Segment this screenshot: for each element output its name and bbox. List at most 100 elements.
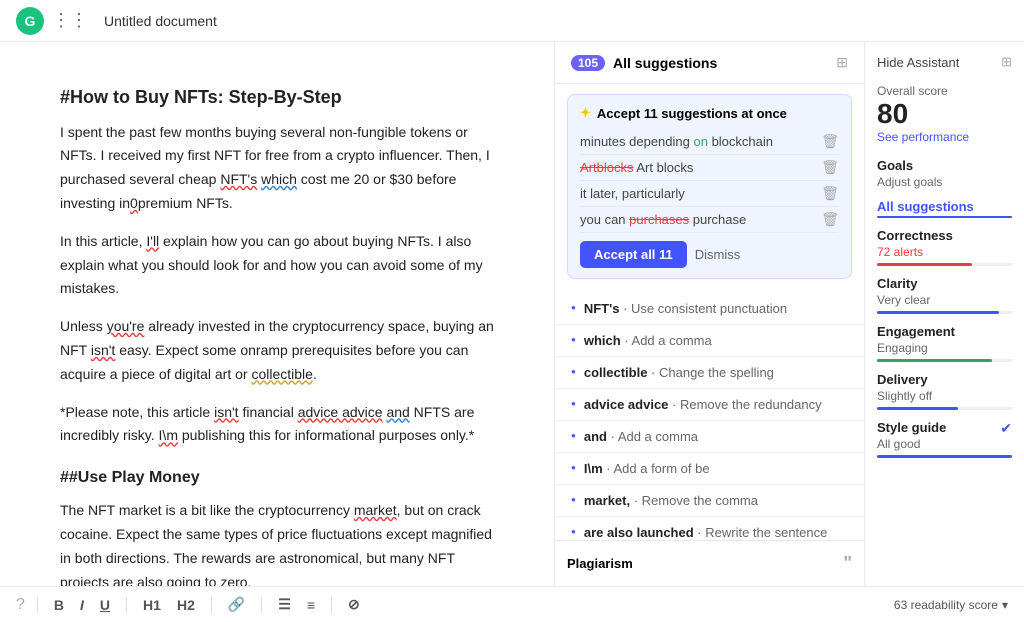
logo[interactable]: G [16,7,44,35]
italic-button[interactable]: I [76,595,88,615]
plagiarism-label: Plagiarism [567,556,633,571]
quote-icon: " [843,553,852,574]
clarity-label: Clarity [877,276,1012,291]
delete-icon[interactable]: 🗑 [821,211,839,228]
suggestions-content: ✦ Accept 11 suggestions at once minutes … [555,84,864,540]
divider [211,597,212,613]
editor-heading-1: #How to Buy NFTs: Step-By-Step [60,82,494,113]
divider [261,597,262,613]
divider [331,597,332,613]
bullet-icon: ● [571,303,576,312]
correctness-sub: 72 alerts [877,245,1012,259]
editor-paragraph-4: *Please note, this article isn't financi… [60,401,494,449]
suggestion-item-collectible[interactable]: ● collectible · Change the spelling [555,357,864,389]
readability-arrow-icon: ▾ [1002,598,1008,612]
suggestion-item-im[interactable]: ● I\m · Add a form of be [555,453,864,485]
suggestions-panel: 105 All suggestions ⊞ ✦ Accept 11 sugges… [554,42,864,586]
engagement-sub: Engaging [877,341,1012,355]
right-sidebar: Hide Assistant ⊞ Overall score 80 See pe… [864,42,1024,586]
main-layout: #How to Buy NFTs: Step-By-Step I spent t… [0,42,1024,586]
score-number: 80 [877,98,908,130]
suggestion-item-which[interactable]: ● which · Add a comma [555,325,864,357]
editor-heading-2: ##Use Play Money [60,464,494,491]
bullet-icon: ● [571,399,576,408]
delivery-sub: Slightly off [877,389,1012,403]
delivery-label: Delivery [877,372,1012,387]
bottom-toolbar: ? B I U H1 H2 🔗 ☰ ≡ ⊘ 63 readability sco… [0,586,1024,622]
bullet-icon: ● [571,335,576,344]
style-guide-metric[interactable]: Style guide ✔ All good [877,420,1012,458]
suggestions-title: 105 All suggestions [571,55,717,71]
correctness-label: Correctness [877,228,1012,243]
overall-score-section: Overall score 80 See performance [877,84,1012,144]
link-button[interactable]: 🔗 [224,594,249,615]
divider [126,597,127,613]
underline-button[interactable]: U [96,595,114,615]
engagement-label: Engagement [877,324,1012,339]
accept-item-1: minutes depending on blockchain 🗑 [580,129,839,155]
engagement-bar [877,359,1012,362]
overall-score-label: Overall score [877,84,1012,98]
correctness-metric[interactable]: Correctness 72 alerts [877,228,1012,266]
accept-all-button[interactable]: Accept all 11 [580,241,687,268]
delete-icon[interactable]: 🗑 [821,159,839,176]
all-suggestions-section[interactable]: All suggestions [877,199,1012,218]
unordered-list-button[interactable]: ≡ [303,595,319,615]
h1-button[interactable]: H1 [139,595,165,615]
plagiarism-section[interactable]: Plagiarism " [555,540,864,586]
style-guide-bar [877,455,1012,458]
suggestion-item-market[interactable]: ● market, · Remove the comma [555,485,864,517]
suggestion-item-advice[interactable]: ● advice advice · Remove the redundancy [555,389,864,421]
bullet-icon: ● [571,431,576,440]
accept-banner: ✦ Accept 11 suggestions at once minutes … [567,94,852,279]
accept-item-2: Artblocks Art blocks 🗑 [580,155,839,181]
header: G ⋮⋮ Untitled document [0,0,1024,42]
check-icon: ✔ [1000,420,1012,437]
editor-paragraph-1: I spent the past few months buying sever… [60,121,494,216]
accept-item-4: you can purchases purchase 🗑 [580,207,839,233]
delivery-metric[interactable]: Delivery Slightly off [877,372,1012,410]
grid-icon[interactable]: ⊞ [836,54,848,71]
editor-paragraph-2: In this article, I'll explain how you ca… [60,230,494,301]
dismiss-button[interactable]: Dismiss [695,247,741,262]
suggestion-item-nfts[interactable]: ● NFT's · Use consistent punctuation [555,293,864,325]
see-performance-link[interactable]: See performance [877,130,1012,144]
bullet-icon: ● [571,495,576,504]
grid-options-icon: ⊞ [1001,54,1012,70]
editor-paragraph-3: Unless you're already invested in the cr… [60,315,494,386]
bullet-icon: ● [571,463,576,472]
readability-score[interactable]: 63 readability score ▾ [894,598,1008,612]
delete-icon[interactable]: 🗑 [821,185,839,202]
suggestions-header: 105 All suggestions ⊞ [555,42,864,84]
engagement-metric[interactable]: Engagement Engaging [877,324,1012,362]
suggestion-item-and[interactable]: ● and · Add a comma [555,421,864,453]
suggestions-title-label: All suggestions [613,55,717,71]
help-icon[interactable]: ? [16,596,25,614]
hide-assistant-button[interactable]: Hide Assistant ⊞ [877,54,1012,70]
suggestion-item-launched[interactable]: ● are also launched · Rewrite the senten… [555,517,864,540]
menu-icon[interactable]: ⋮⋮ [52,10,88,31]
adjust-goals-link[interactable]: Adjust goals [877,175,1012,189]
correctness-bar [877,263,1012,266]
clarity-sub: Very clear [877,293,1012,307]
bullet-icon: ● [571,367,576,376]
style-guide-sub: All good [877,437,1012,451]
accept-item-3: it later, particularly 🗑 [580,181,839,207]
accept-banner-title: ✦ Accept 11 suggestions at once [580,105,839,121]
document-title[interactable]: Untitled document [104,13,217,29]
goals-section: Goals Adjust goals [877,158,1012,189]
clarity-metric[interactable]: Clarity Very clear [877,276,1012,314]
all-suggestions-label: All suggestions [877,199,1012,214]
accept-actions: Accept all 11 Dismiss [580,241,839,268]
clarity-bar [877,311,1012,314]
star-icon: ✦ [580,105,591,121]
editor-area[interactable]: #How to Buy NFTs: Step-By-Step I spent t… [0,42,554,586]
goals-label: Goals [877,158,1012,173]
clear-format-button[interactable]: ⊘ [344,594,364,615]
ordered-list-button[interactable]: ☰ [274,594,295,615]
editor-paragraph-5: The NFT market is a bit like the cryptoc… [60,499,494,586]
delivery-bar [877,407,1012,410]
bold-button[interactable]: B [50,595,68,615]
h2-button[interactable]: H2 [173,595,199,615]
delete-icon[interactable]: 🗑 [821,133,839,150]
